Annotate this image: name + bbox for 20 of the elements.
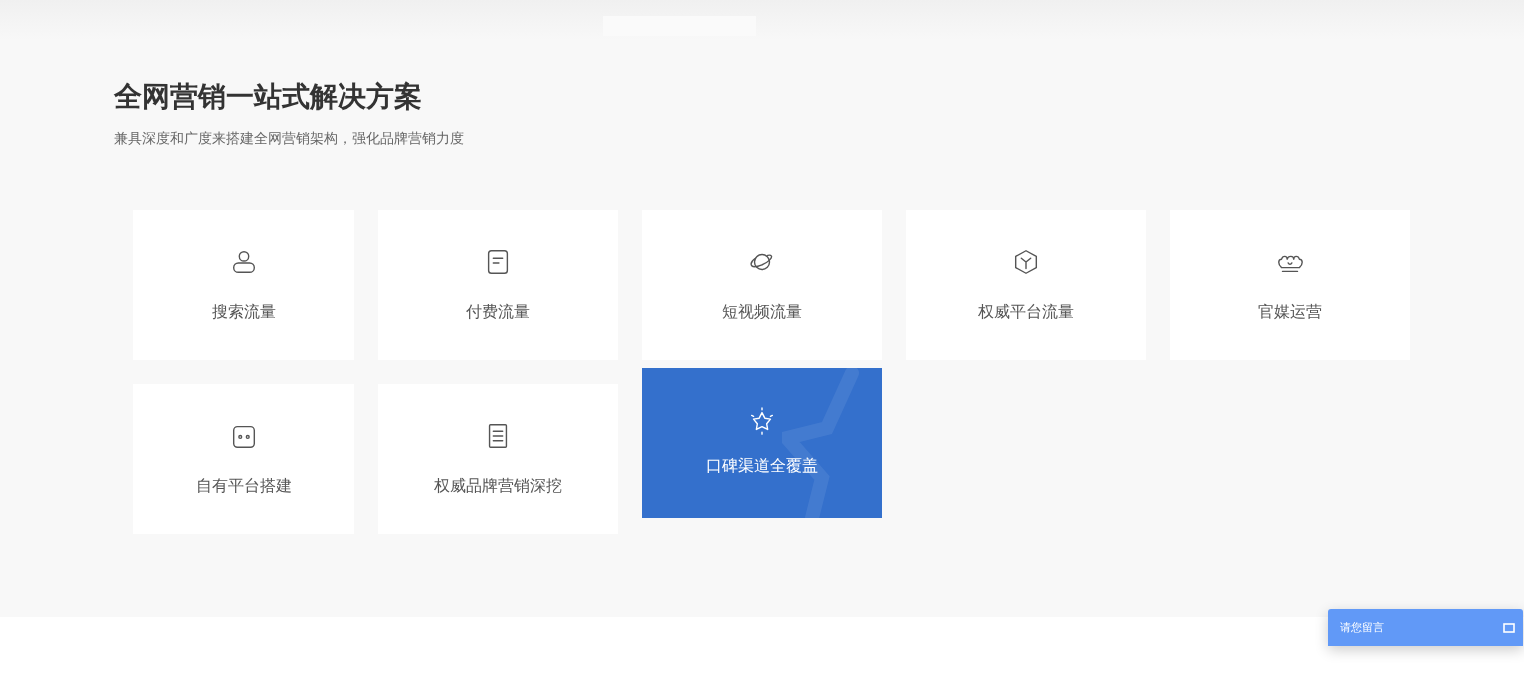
card-label: 付费流量	[466, 302, 530, 323]
card-label: 自有平台搭建	[195, 476, 292, 497]
service-card[interactable]: 权威品牌营销深挖	[378, 384, 618, 534]
section-title: 全网营销一站式解决方案	[114, 79, 423, 115]
card-label: 权威平台流量	[978, 302, 1074, 323]
service-card[interactable]: 自有平台搭建	[133, 384, 354, 534]
card-label: 搜索流量	[211, 302, 276, 323]
service-card[interactable]: 官媒运营	[1170, 210, 1410, 360]
service-card[interactable]: 付费流量	[378, 210, 618, 360]
service-card[interactable]: 短视频流量	[642, 210, 882, 360]
card-label: 官媒运营	[1258, 302, 1322, 323]
card-label: 短视频流量	[722, 302, 802, 323]
card-label: 口碑渠道全覆盖	[706, 456, 818, 477]
service-card[interactable]: 搜索流量	[133, 210, 354, 360]
maximize-icon[interactable]	[1503, 622, 1515, 633]
service-card[interactable]: 权威平台流量	[906, 210, 1146, 360]
service-card[interactable]: 口碑渠道全覆盖	[642, 368, 882, 518]
section-subtitle: 兼具深度和广度来搭建全网营销架构，强化品牌营销力度	[114, 129, 465, 148]
card-label: 权威品牌营销深挖	[434, 476, 562, 497]
chat-label: 请您留言	[1340, 620, 1384, 635]
